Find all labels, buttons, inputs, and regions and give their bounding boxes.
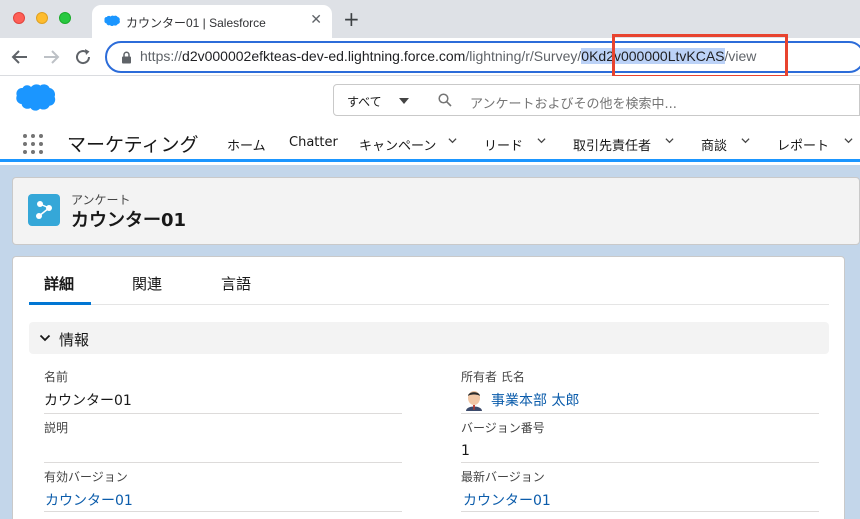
chevron-down-icon[interactable]: [537, 136, 546, 145]
field-divider: [461, 413, 819, 414]
app-navigation-bar: マーケティング ホーム Chatter キャンペーン リード 取引先責任者 商談…: [0, 126, 860, 162]
record-tabs: 詳細 関連 言語: [29, 257, 829, 305]
nav-item-leads[interactable]: リード: [484, 135, 523, 154]
nav-item-contacts[interactable]: 取引先責任者: [573, 135, 651, 154]
search-placeholder: アンケートおよびその他を検索中...: [470, 97, 677, 112]
chevron-down-icon[interactable]: [665, 136, 674, 145]
new-tab-button[interactable]: +: [343, 7, 360, 31]
survey-glyph-icon: [36, 201, 52, 219]
forward-arrow-icon[interactable]: [42, 48, 60, 66]
field-label-active-version: 有効バージョン: [44, 470, 128, 484]
section-title: 情報: [59, 331, 90, 349]
active-tab-indicator: [29, 302, 91, 305]
app-launcher-icon[interactable]: [23, 134, 45, 156]
field-divider: [461, 462, 819, 463]
url-prefix: https://: [140, 48, 183, 64]
field-link-active-version[interactable]: カウンター01: [45, 490, 133, 510]
field-label-name: 名前: [44, 370, 69, 384]
search-scope-label: すべて: [347, 95, 382, 109]
chevron-down-icon: [39, 334, 51, 342]
field-divider: [44, 511, 402, 512]
salesforce-logo-icon[interactable]: [14, 83, 56, 113]
caret-down-icon: [399, 98, 409, 104]
url-path: /lightning/r/Survey/: [465, 48, 582, 64]
browser-tab-title: カウンター01 | Salesforce: [126, 16, 266, 30]
browser-tab-bar: カウンター01 | Salesforce ✕ +: [0, 0, 860, 38]
field-value-name: カウンター01: [44, 393, 132, 409]
close-tab-icon[interactable]: ✕: [310, 12, 322, 28]
chevron-down-icon[interactable]: [448, 136, 457, 145]
minimize-window-button[interactable]: [36, 12, 48, 24]
reload-icon[interactable]: [74, 48, 92, 66]
chevron-down-icon[interactable]: [844, 136, 853, 145]
app-name: マーケティング: [67, 134, 199, 156]
section-information-header[interactable]: 情報: [29, 322, 829, 354]
record-title: カウンター01: [71, 210, 187, 231]
url-host: d2v000002efkteas-dev-ed.lightning.force.…: [182, 48, 466, 64]
field-divider: [44, 413, 402, 414]
lock-icon: [122, 51, 131, 64]
field-divider: [461, 511, 819, 512]
maximize-window-button[interactable]: [59, 12, 71, 24]
user-avatar-icon: [466, 391, 482, 411]
nav-item-home[interactable]: ホーム: [227, 135, 266, 154]
chevron-down-icon[interactable]: [741, 136, 750, 145]
field-label-latest-version: 最新バージョン: [461, 470, 545, 484]
survey-icon: [28, 194, 60, 226]
close-window-button[interactable]: [13, 12, 25, 24]
search-icon: [438, 93, 452, 107]
field-link-owner[interactable]: 事業本部 太郎: [491, 390, 579, 410]
salesforce-favicon-icon: [104, 15, 120, 27]
record-detail-card: 詳細 関連 言語 情報 名前 カウンター01 説明 有効バージョン カウンター0…: [12, 256, 845, 519]
nav-item-chatter[interactable]: Chatter: [289, 135, 338, 150]
tab-related[interactable]: 関連: [132, 273, 162, 294]
field-link-latest-version[interactable]: カウンター01: [463, 490, 551, 510]
highlight-box: [612, 34, 788, 78]
field-label-version-number: バージョン番号: [461, 421, 545, 435]
nav-item-campaigns[interactable]: キャンペーン: [359, 135, 436, 154]
field-label-description: 説明: [44, 421, 69, 435]
browser-tab[interactable]: カウンター01 | Salesforce ✕: [92, 5, 332, 38]
nav-item-reports[interactable]: レポート: [777, 135, 829, 154]
back-arrow-icon[interactable]: [11, 48, 29, 66]
salesforce-header: すべて アンケートおよびその他を検索中...: [0, 76, 860, 126]
search-scope-dropdown[interactable]: すべて: [333, 84, 419, 116]
field-divider: [44, 462, 402, 463]
field-label-owner: 所有者 氏名: [461, 370, 525, 384]
field-value-version-number: 1: [461, 443, 470, 459]
record-header: アンケート カウンター01: [12, 177, 860, 245]
tab-details[interactable]: 詳細: [44, 273, 74, 294]
global-search-input[interactable]: アンケートおよびその他を検索中...: [418, 84, 860, 116]
nav-item-opportunities[interactable]: 商談: [701, 135, 727, 154]
tab-languages[interactable]: 言語: [221, 273, 251, 294]
